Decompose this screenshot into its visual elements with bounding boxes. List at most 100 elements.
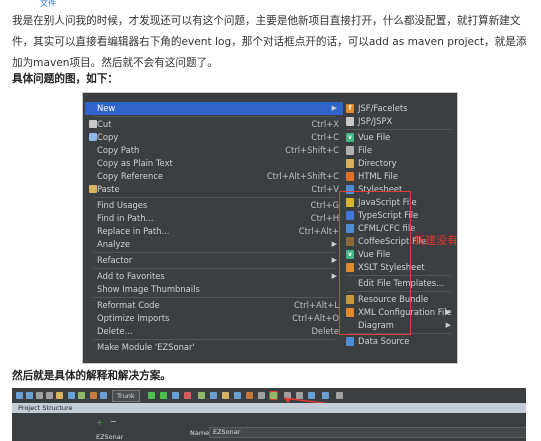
submenu-item[interactable]: JSP/JSPX: [343, 115, 455, 128]
context-menu-item[interactable]: Copy Reference Ctrl+Alt+Shift+C: [85, 170, 343, 183]
menu-separator: [93, 197, 335, 198]
menu-item-shortcut: Ctrl+Alt+Shift+C: [266, 171, 339, 181]
menu-item-label: Make Module 'EZSonar': [97, 342, 195, 352]
file-type-icon: [346, 159, 354, 168]
context-menu-item[interactable]: Refactor ▶: [85, 254, 343, 267]
menu-separator: [347, 129, 451, 130]
submenu-item[interactable]: File: [343, 144, 455, 157]
context-menu: New ▶ Cut Ctrl+X Copy Ctrl+C Copy Path Ctrl+Shi…: [85, 99, 344, 355]
heading-problem: 具体问题的图，如下：: [12, 73, 118, 85]
menu-item-icon: [89, 185, 97, 193]
submenu-item-label: Data Source: [358, 336, 410, 346]
menu-item-icon: [89, 120, 97, 128]
file-type-icon: [346, 172, 354, 181]
menu-item-label: Reformat Code: [97, 300, 160, 310]
remove-icon[interactable]: −: [110, 417, 117, 426]
context-menu-item[interactable]: Find Usages Ctrl+G: [85, 199, 343, 212]
toolbar-icon[interactable]: [26, 392, 33, 399]
menu-separator: [93, 339, 335, 340]
name-field[interactable]: EZSonar: [209, 427, 526, 438]
menu-item-label: Show Image Thumbnails: [97, 284, 200, 294]
toolbar-icon[interactable]: [46, 392, 53, 399]
toolbar-icon[interactable]: [90, 392, 97, 399]
menu-item-label: Cut: [97, 119, 112, 129]
debug-icon[interactable]: [160, 392, 167, 399]
context-menu-item[interactable]: Make Module 'EZSonar': [85, 341, 343, 354]
context-menu-item[interactable]: Show Image Thumbnails: [85, 283, 343, 296]
submenu-item-label: HTML File: [358, 171, 398, 181]
submenu-item-label: JSF/Facelets: [358, 103, 408, 113]
submenu-arrow-icon: ▶: [445, 321, 451, 329]
context-menu-item[interactable]: Find in Path... Ctrl+H: [85, 212, 343, 225]
toolbar-icon[interactable]: [100, 392, 107, 399]
toolbar-icon[interactable]: [234, 392, 241, 399]
file-type-icon: [346, 337, 354, 346]
toolbar-icon[interactable]: [68, 392, 75, 399]
submenu-item[interactable]: Data Source: [343, 335, 455, 348]
submenu-item[interactable]: f JSF/Facelets: [343, 102, 455, 115]
menu-item-shortcut: Ctrl+Alt+: [298, 226, 339, 236]
context-menu-item[interactable]: Paste Ctrl+V: [85, 183, 343, 196]
project-structure-icon[interactable]: [269, 391, 278, 400]
toolbar-icon[interactable]: [222, 392, 229, 399]
submenu-arrow-icon: ▶: [331, 272, 337, 280]
submenu-item-label: File: [358, 145, 373, 155]
context-menu-item[interactable]: Analyze ▶: [85, 238, 343, 251]
run-icon[interactable]: [148, 392, 155, 399]
menu-item-shortcut: Ctrl+H: [310, 213, 339, 223]
toolbar-icon[interactable]: [78, 392, 85, 399]
menu-item-shortcut: Delete: [311, 326, 339, 336]
context-menu-item[interactable]: Delete... Delete: [85, 325, 343, 338]
submenu-arrow-icon: ▶: [331, 256, 337, 264]
file-type-icon: [346, 117, 354, 126]
context-menu-item[interactable]: Reformat Code Ctrl+Alt+L: [85, 299, 343, 312]
submenu-item[interactable]: HTML File: [343, 170, 455, 183]
context-menu-item[interactable]: Copy as Plain Text: [85, 157, 343, 170]
toolbar-icon[interactable]: [172, 392, 179, 399]
menu-item-shortcut: Ctrl+Shift+C: [285, 145, 339, 155]
context-menu-item[interactable]: Optimize Imports Ctrl+Alt+O: [85, 312, 343, 325]
toolbar-icon[interactable]: [36, 392, 43, 399]
submenu-arrow-icon: ▶: [331, 240, 337, 248]
menu-item-shortcut: Ctrl+V: [311, 184, 339, 194]
menu-item-shortcut: Ctrl+C: [311, 132, 339, 142]
menu-item-label: Delete...: [97, 326, 133, 336]
context-menu-item[interactable]: Replace in Path... Ctrl+Alt+: [85, 225, 343, 238]
submenu-arrow-icon: ▶: [331, 104, 337, 112]
module-tree-item[interactable]: EZSonar: [96, 433, 123, 441]
menu-item-label: Copy Reference: [97, 171, 164, 181]
highlight-box: [339, 191, 411, 335]
menu-item-label: Add to Favorites: [97, 271, 165, 281]
toolbar-icon[interactable]: [210, 392, 217, 399]
file-type-icon: [346, 146, 354, 155]
toolbar-icon[interactable]: [246, 392, 253, 399]
panel-title: Project Structure: [18, 404, 73, 412]
heading-solution: 然后就是具体的解释和解决方案。: [12, 370, 171, 382]
menu-item-icon: [89, 133, 97, 141]
trunk-dropdown[interactable]: Trunk: [112, 390, 140, 402]
annotation-text: 新建没有没有Java class: [414, 234, 458, 247]
menu-item-label: Replace in Path...: [97, 226, 170, 236]
context-menu-item[interactable]: New ▶: [85, 102, 343, 115]
menu-item-label: Paste: [97, 184, 120, 194]
stop-icon[interactable]: [184, 392, 191, 399]
context-menu-item[interactable]: Copy Ctrl+C: [85, 131, 343, 144]
add-icon[interactable]: +: [96, 418, 103, 427]
menu-item-label: Copy: [97, 132, 119, 142]
submenu-item[interactable]: Directory: [343, 157, 455, 170]
context-menu-item[interactable]: Add to Favorites ▶: [85, 270, 343, 283]
intro-paragraph: 我是在别人问我的时候，才发现还可以有这个问题，主要是他新项目直接打开，什么都没配…: [12, 15, 527, 69]
toolbar-icon[interactable]: [16, 392, 23, 399]
toolbar-icon[interactable]: [258, 392, 265, 399]
context-menu-item[interactable]: Copy Path Ctrl+Shift+C: [85, 144, 343, 157]
toolbar-icon[interactable]: [56, 392, 63, 399]
top-link[interactable]: 文件: [40, 0, 56, 9]
menu-item-label: Optimize Imports: [97, 313, 170, 323]
toolbar-icon[interactable]: [198, 392, 205, 399]
menu-item-label: Find in Path...: [97, 213, 154, 223]
context-menu-item[interactable]: Cut Ctrl+X: [85, 118, 343, 131]
ide-screenshot: Trunk Project Structure + − EZSonar Name…: [12, 388, 526, 441]
menu-item-label: Refactor: [97, 255, 133, 265]
file-type-icon: v: [346, 133, 354, 142]
submenu-item[interactable]: v Vue File: [343, 131, 455, 144]
